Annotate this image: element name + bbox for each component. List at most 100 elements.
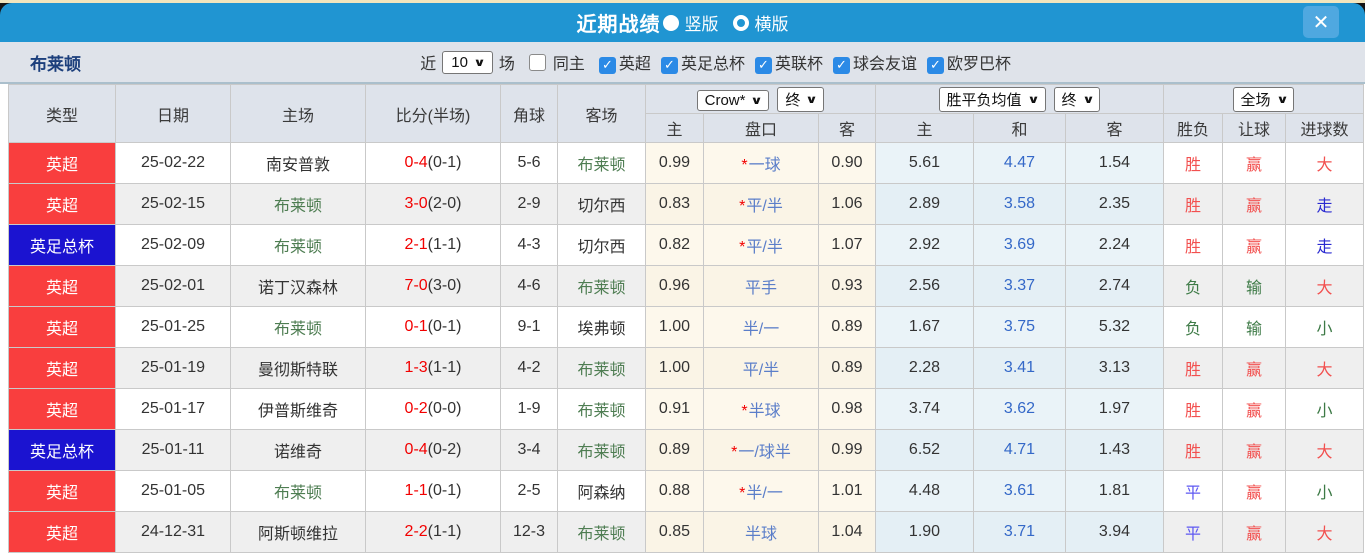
match-row: 英超 25-02-15 布莱顿 3-0(2-0) 2-9 切尔西 0.83 *平/半 1.06 2…	[8, 183, 1365, 225]
handicap-cell: *平/半	[703, 224, 819, 266]
home-odds-cell: 0.96	[645, 265, 704, 307]
window-title: 近期战绩	[576, 14, 661, 36]
subcol-mean-away: 客	[1065, 113, 1164, 143]
league-cell: 英超	[8, 142, 116, 184]
mean-home-cell: 2.28	[875, 347, 974, 389]
mean-draw-cell: 3.61	[973, 470, 1066, 512]
vertical-layout-label[interactable]: 竖版	[685, 10, 719, 35]
result-cell: 胜	[1163, 347, 1223, 389]
mean-away-cell: 3.13	[1065, 347, 1164, 389]
subcol-odds-away: 客	[818, 113, 876, 143]
same-home-label: 同主	[552, 56, 585, 73]
odds-state-select[interactable]: 终 ∨	[777, 86, 825, 112]
handicap-result-cell: 输	[1222, 265, 1286, 307]
date-cell: 25-01-11	[115, 429, 231, 471]
chevron-down-icon: ∨	[750, 94, 764, 107]
league-checkbox-label[interactable]: 欧罗巴杯	[947, 56, 1011, 73]
mean-draw-cell: 3.58	[973, 183, 1066, 225]
goals-cell: 小	[1284, 470, 1365, 512]
date-cell: 25-01-25	[115, 306, 231, 348]
goals-cell: 走	[1284, 183, 1365, 225]
away-odds-cell: 0.99	[818, 429, 876, 471]
horizontal-layout-label[interactable]: 横版	[755, 10, 789, 35]
vertical-layout-radio[interactable]	[662, 14, 679, 31]
results-table-body: 英超 25-02-22 南安普敦 0-4(0-1) 5-6 布莱顿 0.99 *一球 0.90 5…	[8, 142, 1365, 553]
close-button[interactable]: ✕	[1303, 6, 1339, 38]
score-cell: 1-1(0-1)	[365, 470, 501, 512]
subcol-result: 胜负	[1163, 113, 1223, 143]
col-header-home: 主场	[230, 84, 366, 143]
goals-cell: 大	[1284, 265, 1365, 307]
goals-cell: 大	[1284, 347, 1365, 389]
mean-draw-cell: 3.37	[973, 265, 1066, 307]
handicap-cell: *半球	[703, 388, 819, 430]
date-cell: 25-02-15	[115, 183, 231, 225]
home-team-cell: 布莱顿	[230, 470, 366, 512]
away-odds-cell: 0.90	[818, 142, 876, 184]
odds-company-select[interactable]: Crow* ∨	[696, 89, 770, 111]
corner-cell: 4-6	[500, 265, 558, 307]
corner-cell: 4-3	[500, 224, 558, 266]
handicap-cell: *半/一	[703, 470, 819, 512]
subcol-handicap: 盘口	[703, 113, 819, 143]
handicap-result-cell: 赢	[1222, 511, 1286, 553]
corner-cell: 4-2	[500, 347, 558, 389]
handicap-result-cell: 赢	[1222, 388, 1286, 430]
date-cell: 25-01-19	[115, 347, 231, 389]
league-checkbox-label[interactable]: 英联杯	[775, 56, 823, 73]
corner-cell: 2-5	[500, 470, 558, 512]
away-team-cell: 布莱顿	[557, 511, 646, 553]
away-team-cell: 布莱顿	[557, 265, 646, 307]
league-checkbox[interactable]: ✓	[926, 56, 944, 74]
league-checkbox[interactable]: ✓	[660, 56, 678, 74]
mean-home-cell: 2.89	[875, 183, 974, 225]
league-cell: 英超	[8, 306, 116, 348]
league-cell: 英超	[8, 511, 116, 553]
header-row-top: 类型 日期 主场 比分(半场) 角球 客场 Crow* ∨ 终 ∨ 胜平负均值 …	[8, 84, 1365, 143]
date-cell: 24-12-31	[115, 511, 231, 553]
league-checkbox[interactable]: ✓	[598, 56, 616, 74]
handicap-cell: 半/一	[703, 306, 819, 348]
handicap-cell: *平/半	[703, 183, 819, 225]
home-odds-cell: 0.83	[645, 183, 704, 225]
chevron-down-icon: ∨	[1081, 93, 1095, 106]
away-team-cell: 阿森纳	[557, 470, 646, 512]
away-team-cell: 切尔西	[557, 183, 646, 225]
league-checkbox[interactable]: ✓	[832, 56, 850, 74]
filter-controls: 近 10 ∨ 场 同主 ✓ 英超 ✓ 英足总杯 ✓ 英联杯 ✓ 球会友谊 ✓ 欧罗巴杯	[418, 50, 1013, 74]
games-count-select[interactable]: 10 ∨	[442, 50, 493, 74]
league-checkbox-label[interactable]: 英超	[619, 56, 651, 73]
away-team-cell: 布莱顿	[557, 347, 646, 389]
team-name: 布莱顿	[30, 54, 81, 74]
match-row: 英超 25-02-22 南安普敦 0-4(0-1) 5-6 布莱顿 0.99 *一球 0.90 5…	[8, 142, 1365, 184]
result-cell: 负	[1163, 265, 1223, 307]
result-cell: 负	[1163, 306, 1223, 348]
away-team-cell: 切尔西	[557, 224, 646, 266]
chevron-down-icon: ∨	[1275, 93, 1289, 106]
subcol-mean-home: 主	[875, 113, 974, 143]
score-cell: 0-4(0-1)	[365, 142, 501, 184]
away-team-cell: 布莱顿	[557, 142, 646, 184]
league-checkbox-label[interactable]: 球会友谊	[853, 56, 917, 73]
scope-select[interactable]: 全场 ∨	[1232, 86, 1295, 112]
date-cell: 25-02-22	[115, 142, 231, 184]
mean-away-cell: 2.24	[1065, 224, 1164, 266]
corner-cell: 1-9	[500, 388, 558, 430]
subcol-mean-draw: 和	[973, 113, 1066, 143]
mean-type-select[interactable]: 胜平负均值 ∨	[938, 86, 1046, 112]
score-cell: 3-0(2-0)	[365, 183, 501, 225]
results-table-wrap: 类型 日期 主场 比分(半场) 角球 客场 Crow* ∨ 终 ∨ 胜平负均值 …	[8, 84, 1365, 553]
date-cell: 25-01-17	[115, 388, 231, 430]
mean-state-select[interactable]: 终 ∨	[1053, 86, 1101, 112]
result-cell: 胜	[1163, 183, 1223, 225]
league-checkbox-label[interactable]: 英足总杯	[681, 56, 745, 73]
league-checkbox[interactable]: ✓	[754, 56, 772, 74]
mean-home-cell: 2.92	[875, 224, 974, 266]
corner-cell: 2-9	[500, 183, 558, 225]
goals-cell: 走	[1284, 224, 1365, 266]
away-odds-cell: 1.01	[818, 470, 876, 512]
horizontal-layout-radio[interactable]	[732, 14, 749, 31]
same-home-checkbox[interactable]	[528, 53, 546, 71]
goals-cell: 小	[1284, 306, 1365, 348]
score-cell: 7-0(3-0)	[365, 265, 501, 307]
